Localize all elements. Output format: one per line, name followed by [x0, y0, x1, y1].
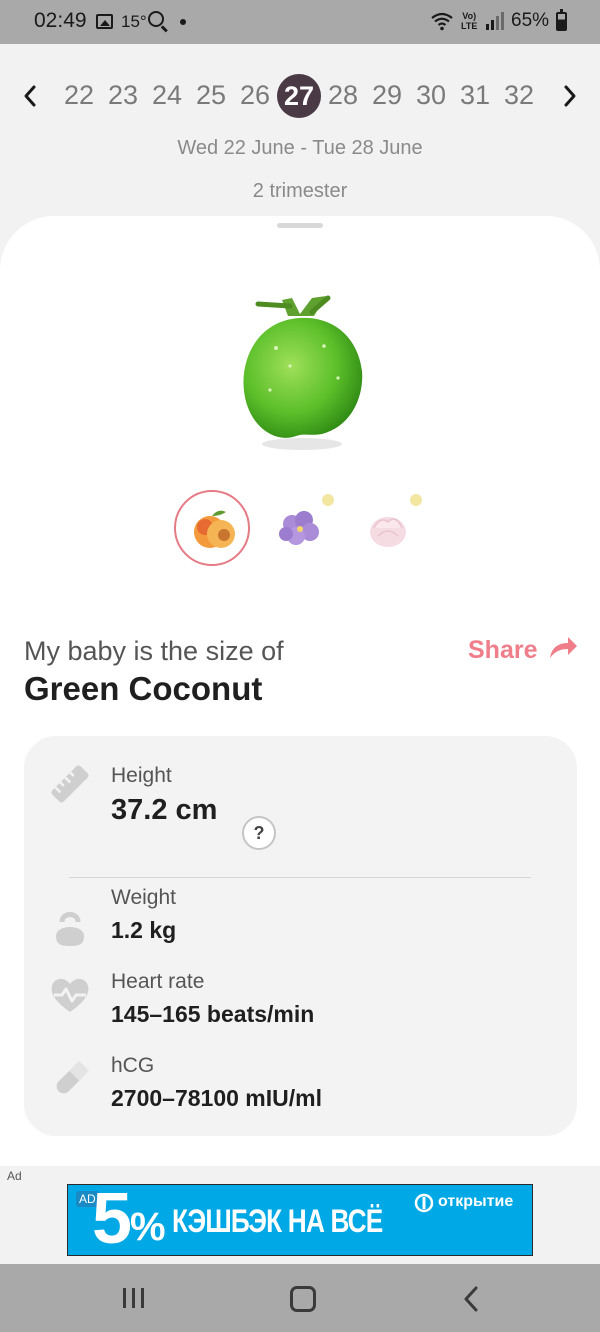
ad-banner[interactable]: AD 5 % КЭШБЭК НА ВСЁ открытие — [67, 1184, 533, 1256]
gallery-notification-icon — [96, 14, 113, 29]
ad-brand: открытие — [438, 1193, 514, 1210]
heart-rate-value: 145–165 beats/min — [111, 1001, 315, 1027]
baby-size-card: My baby is the size of Green Coconut Sha… — [0, 216, 600, 1166]
battery-percent: 65% — [511, 10, 550, 31]
more-notifications-dot-icon — [180, 19, 186, 25]
status-time: 02:49 — [34, 9, 87, 32]
green-coconut-image — [243, 295, 363, 450]
kettlebell-icon — [56, 912, 84, 946]
volte-bottom: LTE — [461, 21, 478, 31]
thumbnail-peach[interactable] — [174, 490, 250, 566]
ad-percent-sign: % — [130, 1205, 166, 1249]
size-comparison-label: My baby is the size of — [24, 636, 284, 666]
drag-handle[interactable] — [277, 223, 323, 228]
bank-logo-icon — [414, 1193, 434, 1213]
fruit-name: Green Coconut — [24, 670, 263, 707]
hcg-value: 2700–78100 mIU/ml — [111, 1085, 322, 1111]
share-button[interactable]: Share — [468, 634, 588, 670]
status-bar: 02:49 15° Vo) LTE 65% — [0, 0, 600, 44]
heart-rate-icon — [51, 978, 89, 1012]
week-24[interactable]: 24 — [146, 78, 188, 112]
week-23[interactable]: 23 — [102, 78, 144, 112]
week-date-range: Wed 22 June - Tue 28 June — [177, 137, 423, 159]
marshmallow-icon — [370, 517, 406, 547]
system-nav-bar — [0, 1264, 600, 1332]
battery-icon — [556, 9, 567, 31]
measurements-card: Height 37.2 cm ? Weight 1.2 kg Heart rat… — [24, 736, 577, 1136]
wifi-icon — [431, 12, 453, 31]
back-icon[interactable] — [462, 1286, 480, 1312]
week-32[interactable]: 32 — [498, 78, 540, 112]
new-item-dot-icon — [410, 494, 422, 506]
recent-apps-icon[interactable] — [120, 1287, 148, 1309]
week-27-active[interactable]: 27 — [277, 74, 321, 118]
peach-icon — [194, 510, 235, 548]
weight-label: Weight — [111, 886, 176, 909]
ad-label: Ad — [7, 1169, 22, 1183]
week-22[interactable]: 22 — [58, 78, 100, 112]
ad-percent-value: 5 — [92, 1184, 133, 1256]
heart-rate-label: Heart rate — [111, 970, 205, 993]
ruler-icon — [51, 765, 89, 803]
hcg-label: hCG — [111, 1054, 155, 1077]
week-26[interactable]: 26 — [234, 78, 276, 112]
week-29[interactable]: 29 — [366, 78, 408, 112]
home-icon[interactable] — [290, 1286, 316, 1312]
status-temperature: 15° — [121, 12, 147, 31]
volte-indicator: Vo) LTE — [461, 11, 477, 31]
previous-week-chevron-icon[interactable] — [22, 84, 38, 108]
week-31[interactable]: 31 — [454, 78, 496, 112]
week-25[interactable]: 25 — [190, 78, 232, 112]
height-help-button[interactable]: ? — [242, 816, 276, 850]
trimester-label: 2 trimester — [252, 180, 348, 202]
new-item-dot-icon — [322, 494, 334, 506]
divider — [69, 877, 531, 878]
weight-value: 1.2 kg — [111, 917, 177, 943]
week-28[interactable]: 28 — [322, 78, 364, 112]
height-label: Height — [111, 764, 172, 787]
week-30[interactable]: 30 — [410, 78, 452, 112]
search-notification-icon — [148, 11, 164, 27]
share-label: Share — [468, 636, 538, 664]
ad-headline: КЭШБЭК НА ВСЁ — [172, 1203, 383, 1239]
test-tube-icon — [56, 1060, 90, 1094]
week-selector: 22 23 24 25 26 27 28 29 30 31 32 — [0, 70, 600, 122]
violet-flower-icon — [279, 511, 319, 545]
next-week-chevron-icon[interactable] — [562, 84, 578, 108]
volte-top: Vo) — [462, 11, 477, 21]
signal-icon — [486, 12, 504, 30]
height-value: 37.2 cm — [111, 794, 218, 826]
ad-area: Ad AD 5 % КЭШБЭК НА ВСЁ открытие — [0, 1166, 600, 1264]
share-arrow-icon — [550, 637, 577, 658]
